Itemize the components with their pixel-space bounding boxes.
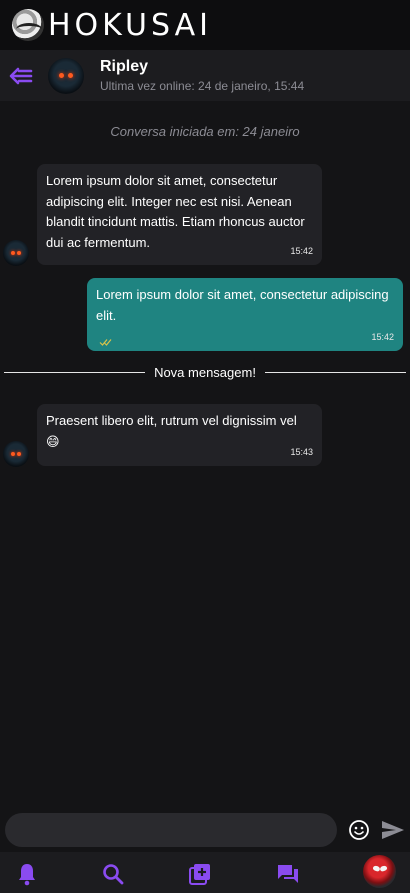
message-time: 15:42 (371, 331, 394, 342)
send-icon[interactable] (381, 820, 405, 840)
sender-avatar (3, 240, 29, 266)
message-input[interactable] (5, 813, 337, 847)
message-time: 15:42 (290, 245, 313, 256)
profile-avatar[interactable] (363, 855, 396, 888)
contact-avatar[interactable] (48, 57, 84, 94)
incoming-message[interactable]: Lorem ipsum dolor sit amet, consectetur … (37, 164, 322, 265)
avatar-eye (68, 72, 73, 78)
back-arrow-icon[interactable] (8, 63, 34, 89)
add-post-icon[interactable] (188, 862, 212, 886)
chat-header: Ripley Ultima vez online: 24 de janeiro,… (0, 50, 410, 101)
contact-name: Ripley (100, 58, 149, 75)
chat-icon[interactable] (276, 862, 300, 886)
brand-logo-icon (12, 9, 44, 41)
message-text: Lorem ipsum dolor sit amet, consectetur … (96, 287, 389, 323)
brand-name: HOKUSAI (48, 7, 212, 43)
new-message-divider: Nova mensagem! (4, 362, 407, 382)
emoji-icon[interactable] (348, 819, 370, 841)
search-icon[interactable] (101, 862, 125, 886)
outgoing-message[interactable]: Lorem ipsum dolor sit amet, consectetur … (87, 278, 403, 351)
avatar-eye (59, 72, 64, 78)
bottom-nav (0, 852, 410, 893)
last-seen: Ultima vez online: 24 de janeiro, 15:44 (100, 79, 305, 93)
read-receipt-icon (99, 339, 112, 346)
notifications-icon[interactable] (15, 862, 39, 886)
contact-info: Ripley Ultima vez online: 24 de janeiro,… (100, 58, 304, 93)
message-composer (0, 812, 410, 850)
sender-avatar (3, 441, 29, 467)
message-text: Praesent libero elit, rutrum vel digniss… (46, 413, 297, 449)
divider-line (4, 371, 146, 373)
message-text: Lorem ipsum dolor sit amet, consectetur … (46, 173, 305, 250)
conversation-start-label: Conversa iniciada em: 24 janeiro (110, 124, 300, 139)
incoming-message[interactable]: Praesent libero elit, rutrum vel digniss… (37, 404, 322, 466)
new-message-label: Nova mensagem! (154, 364, 256, 380)
message-time: 15:43 (290, 446, 313, 457)
brand-bar: HOKUSAI (0, 0, 410, 50)
divider-line (264, 371, 407, 373)
